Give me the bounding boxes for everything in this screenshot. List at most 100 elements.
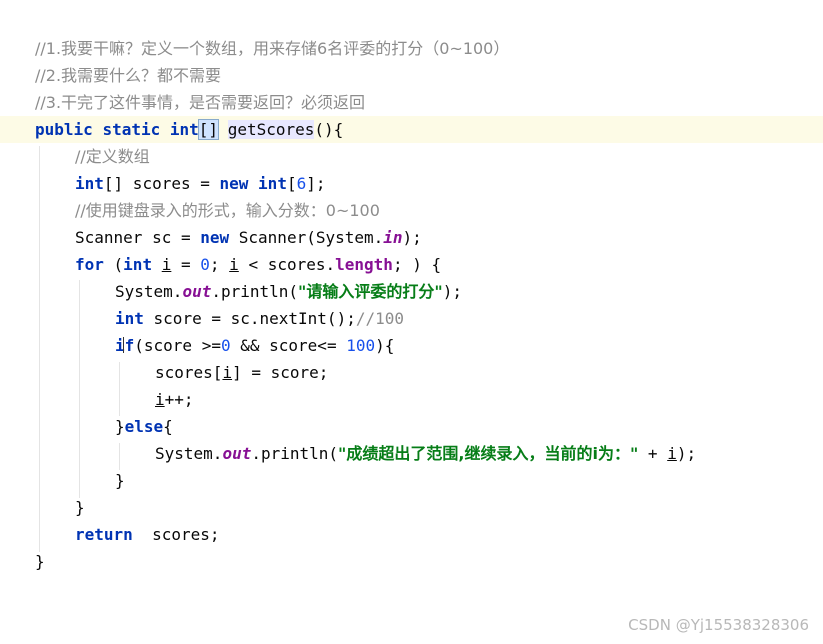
code-line: for (int i = 0; i < scores.length; ) { xyxy=(0,251,823,278)
for-text: ; ) { xyxy=(392,255,442,274)
field-out: out xyxy=(182,282,212,301)
keyword-if: if xyxy=(115,336,135,355)
closing-brace: } xyxy=(35,552,45,571)
code-line: //定义数组 xyxy=(0,143,823,170)
comment-return: //3.干完了这件事情，是否需要返回？必须返回 xyxy=(35,93,366,112)
decl-text: [] scores = xyxy=(103,174,220,193)
code-line: Scanner sc = new Scanner(System.in); xyxy=(0,224,823,251)
keyword-int: int xyxy=(115,309,144,328)
if-text: (score >= xyxy=(134,336,221,355)
keyword-int: int xyxy=(169,120,199,139)
variable-i: i xyxy=(222,363,233,382)
variable-i: i xyxy=(161,255,172,274)
method-signature: public static int[] getScores(){ xyxy=(35,116,343,143)
keyword-int: int xyxy=(75,174,104,193)
variable-i: i xyxy=(229,255,239,274)
println-out-of-range: System.out.println("成绩超出了范围,继续录入，当前的i为："… xyxy=(155,440,696,467)
code-line: scores[i] = score; xyxy=(0,359,823,386)
signature-tail: (){ xyxy=(314,120,344,139)
code-line: System.out.println("成绩超出了范围,继续录入，当前的i为："… xyxy=(0,440,823,467)
code-line: }else{ xyxy=(0,413,823,440)
if-text: ){ xyxy=(375,336,395,355)
code-line: int[] scores = new int[6]; xyxy=(0,170,823,197)
keyword-else: else xyxy=(124,417,164,436)
code-line: //3.干完了这件事情，是否需要返回？必须返回 xyxy=(0,89,823,116)
code-line: return scores; xyxy=(0,521,823,548)
matched-brackets: [] xyxy=(197,119,220,140)
keyword-for: for xyxy=(75,255,104,274)
println-text: ); xyxy=(442,282,462,301)
comment-keyboard-input: //使用键盘录入的形式，输入分数：0~100 xyxy=(75,201,380,220)
score-text: score = sc.nextInt(); xyxy=(143,309,356,328)
scanner-text: Scanner sc = xyxy=(75,228,201,247)
array-assignment: scores[i] = score; xyxy=(155,359,328,386)
code-line: } xyxy=(0,494,823,521)
brace: { xyxy=(163,417,173,436)
code-line-current: public static int[] getScores(){ xyxy=(0,116,823,143)
text-caret xyxy=(123,337,124,353)
for-text: ( xyxy=(103,255,124,274)
increment-text: ++; xyxy=(164,390,194,409)
keyword-new: new xyxy=(219,174,249,193)
closing-brace: } xyxy=(115,471,125,490)
code-line: //1.我要干嘛？定义一个数组，用来存储6名评委的打分（0~100） xyxy=(0,35,823,62)
code-line: int score = sc.nextInt();//100 xyxy=(0,305,823,332)
code-line: //2.我需要什么？都不需要 xyxy=(0,62,823,89)
println-prompt: System.out.println("请输入评委的打分"); xyxy=(115,278,462,305)
code-line: //使用键盘录入的形式，输入分数：0~100 xyxy=(0,197,823,224)
code-editor[interactable]: //1.我要干嘛？定义一个数组，用来存储6名评委的打分（0~100） //2.我… xyxy=(0,0,823,644)
scanner-text: ); xyxy=(402,228,422,247)
scanner-text: Scanner(System. xyxy=(229,228,384,247)
if-statement: if(score >=0 && score<= 100){ xyxy=(115,332,394,359)
for-text: < scores. xyxy=(238,255,336,274)
println-text: .println( xyxy=(251,444,339,463)
increment-statement: i++; xyxy=(155,386,194,413)
number-literal: 100 xyxy=(346,336,376,355)
return-statement: return scores; xyxy=(75,521,220,548)
for-text: = xyxy=(171,255,201,274)
if-text: && score<= xyxy=(230,336,347,355)
decl-close: ]; xyxy=(306,174,326,193)
println-text: .println( xyxy=(211,282,299,301)
comment-goal: //1.我要干嘛？定义一个数组，用来存储6名评委的打分（0~100） xyxy=(35,39,510,58)
variable-i: i xyxy=(667,444,677,463)
array-declaration: int[] scores = new int[6]; xyxy=(75,170,326,197)
number-literal: 6 xyxy=(296,174,307,193)
inline-comment: //100 xyxy=(355,309,404,328)
keyword-int: int xyxy=(123,255,153,274)
comment-define-array: //定义数组 xyxy=(75,147,150,166)
number-literal: 0 xyxy=(200,255,210,274)
keyword-new: new xyxy=(200,228,230,247)
watermark: CSDN @Yj15538328306 xyxy=(628,616,809,634)
code-line: } xyxy=(0,467,823,494)
for-statement: for (int i = 0; i < scores.length; ) { xyxy=(75,251,441,278)
for-text xyxy=(152,255,162,274)
number-literal: 0 xyxy=(220,336,231,355)
string-literal: "成绩超出了范围,继续录入，当前的i为：" xyxy=(338,444,639,463)
field-in: in xyxy=(383,228,403,247)
println-text: + xyxy=(638,444,668,463)
method-name[interactable]: getScores xyxy=(227,120,315,139)
keyword-int: int xyxy=(258,174,287,193)
string-literal: "请输入评委的打分" xyxy=(298,282,443,301)
assign-text: scores[ xyxy=(155,363,223,382)
for-text: ; xyxy=(209,255,230,274)
println-text: System. xyxy=(155,444,223,463)
field-length: length xyxy=(335,255,393,274)
keyword-static: static xyxy=(102,120,161,139)
assign-text: ] = score; xyxy=(232,363,329,382)
scanner-declaration: Scanner sc = new Scanner(System.in); xyxy=(75,224,422,251)
score-declaration: int score = sc.nextInt();//100 xyxy=(115,305,404,332)
return-text: scores; xyxy=(132,525,220,544)
field-out: out xyxy=(222,444,252,463)
keyword-public: public xyxy=(35,120,93,139)
brace: } xyxy=(115,417,125,436)
comment-needs: //2.我需要什么？都不需要 xyxy=(35,66,222,85)
keyword-return: return xyxy=(75,525,133,544)
closing-brace: } xyxy=(75,498,85,517)
variable-i: i xyxy=(155,390,165,409)
println-text: ); xyxy=(676,444,697,463)
code-line: System.out.println("请输入评委的打分"); xyxy=(0,278,823,305)
else-clause: }else{ xyxy=(115,413,173,440)
println-text: System. xyxy=(115,282,183,301)
